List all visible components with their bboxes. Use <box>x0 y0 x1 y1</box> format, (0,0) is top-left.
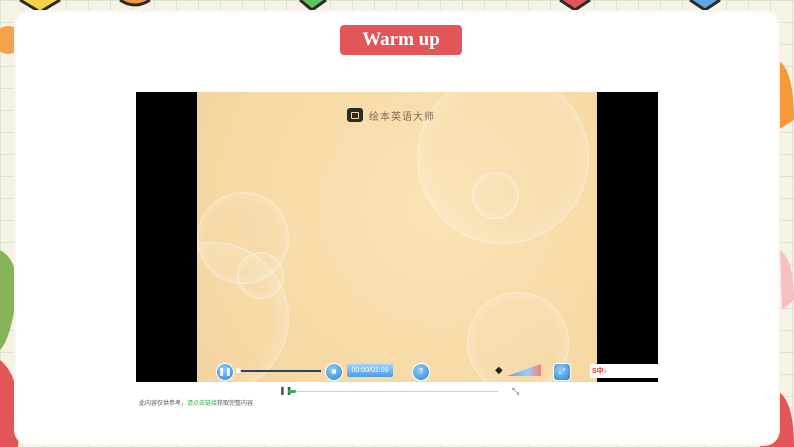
expand-icon[interactable]: ⤡ <box>512 386 519 397</box>
seek-bar[interactable] <box>237 370 321 372</box>
video-camera-icon <box>347 108 363 122</box>
slide-title: Warm up <box>340 25 462 55</box>
volume-slider[interactable] <box>507 364 541 376</box>
caption-suffix: 获取完整内容 <box>217 400 254 407</box>
caption-text: 此内容仅供参考，请点击链接获取完整内容 <box>139 398 253 407</box>
video-frame[interactable]: 绘本英语大师 <box>197 92 597 382</box>
seek-handle[interactable] <box>236 368 241 373</box>
stop-button[interactable]: ■ <box>325 363 343 381</box>
help-button[interactable]: ? <box>412 363 430 381</box>
watermark-text: 绘本英语大师 <box>369 111 435 123</box>
time-display: 00:00/01:09 <box>347 364 393 377</box>
bubble <box>417 92 589 244</box>
tray-label: S中♪ <box>592 368 608 375</box>
fullscreen-button[interactable]: ⤢ <box>553 363 571 381</box>
caption-link[interactable]: 请点击链接 <box>187 400 217 407</box>
outer-progress-fill <box>288 390 296 393</box>
outer-progress-track[interactable] <box>288 391 498 392</box>
outer-media-controls: ❚❚ ⤡ <box>136 384 658 398</box>
pause-button[interactable]: ❚❚ <box>216 363 234 381</box>
speaker-icon[interactable]: ◆ <box>495 365 503 376</box>
video-player[interactable]: 绘本英语大师 ❚❚ ■ 00:00/01:09 ? ◆ ⤢ S中♪ <box>136 92 658 382</box>
system-tray: S中♪ <box>590 364 658 378</box>
bubble <box>472 172 519 219</box>
video-watermark: 绘本英语大师 <box>347 106 435 124</box>
player-controls: ❚❚ ■ 00:00/01:09 ? ◆ ⤢ <box>197 360 658 382</box>
caption-prefix: 此内容仅供参考， <box>139 400 188 407</box>
